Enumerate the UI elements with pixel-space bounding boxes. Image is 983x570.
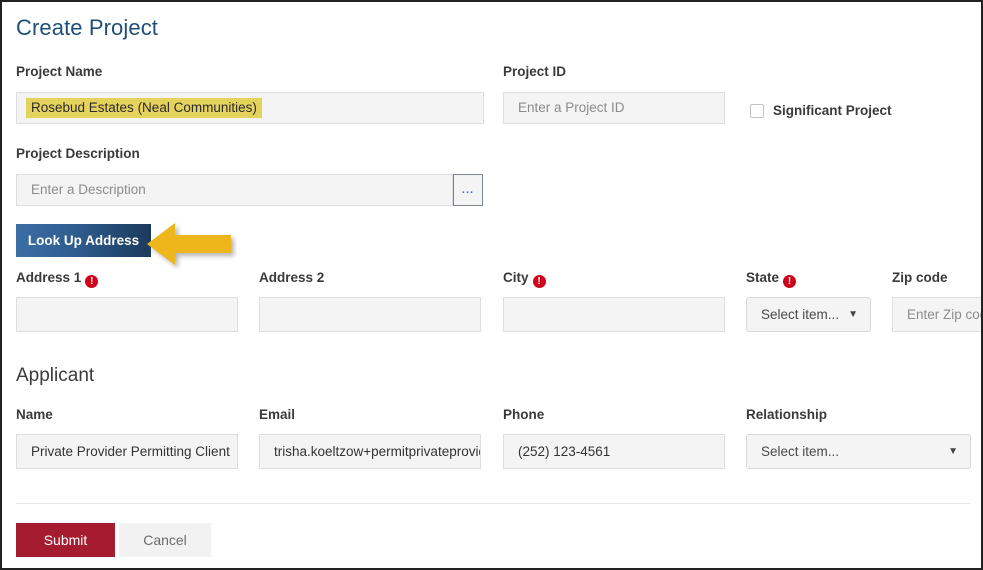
applicant-relationship-select[interactable]: Select item... ▼	[746, 434, 971, 469]
address1-input[interactable]	[16, 297, 238, 332]
address2-label-text: Address 2	[259, 270, 325, 285]
applicant-email-label-text: Email	[259, 407, 296, 422]
project-description-label: Project Description	[16, 146, 140, 161]
state-label: State!	[746, 270, 797, 288]
city-label: City!	[503, 270, 546, 288]
zip-label-text: Zip code	[892, 270, 948, 285]
ellipsis-icon: ...	[461, 184, 475, 196]
address1-label-text: Address 1	[16, 270, 82, 285]
city-input[interactable]	[503, 297, 725, 332]
applicant-name-input[interactable]: Private Provider Permitting Client	[16, 434, 238, 469]
applicant-phone-label-text: Phone	[503, 407, 545, 422]
form-page: Create Project Project Name Rosebud Esta…	[2, 2, 981, 568]
chevron-down-icon: ▼	[948, 446, 958, 457]
applicant-relationship-value: Select item...	[761, 444, 840, 459]
city-label-text: City	[503, 270, 529, 285]
applicant-email-input[interactable]: trisha.koeltzow+permitprivateprovider@gm…	[259, 434, 481, 469]
project-id-label: Project ID	[503, 64, 566, 79]
create-project-window: Create Project Project Name Rosebud Esta…	[0, 0, 983, 570]
significant-project-checkbox[interactable]	[750, 103, 764, 118]
applicant-name-label-text: Name	[16, 407, 53, 422]
applicant-relationship-label: Relationship	[746, 407, 827, 422]
project-name-label-text: Project Name	[16, 64, 103, 79]
significant-project-checkbox-row[interactable]: Significant Project	[750, 103, 892, 118]
applicant-relationship-label-text: Relationship	[746, 407, 828, 422]
chevron-down-icon: ▼	[848, 309, 858, 320]
project-name-input[interactable]: Rosebud Estates (Neal Communities)	[16, 92, 484, 124]
project-description-input[interactable]: Enter a Description	[16, 174, 453, 206]
page-title: Create Project	[16, 15, 159, 40]
address1-label: Address 1!	[16, 270, 99, 288]
applicant-phone-input[interactable]: (252) 123-4561	[503, 434, 725, 469]
description-more-button[interactable]: ...	[453, 174, 483, 206]
address2-label: Address 2	[259, 270, 324, 285]
submit-button[interactable]: Submit	[16, 523, 115, 557]
project-description-label-text: Project Description	[16, 146, 140, 161]
project-name-value: Rosebud Estates (Neal Communities)	[26, 98, 262, 118]
project-name-label: Project Name	[16, 64, 102, 79]
state-select-value: Select item...	[761, 307, 840, 322]
project-id-input[interactable]: Enter a Project ID	[503, 92, 725, 124]
state-label-text: State	[746, 270, 780, 285]
zip-label: Zip code	[892, 270, 948, 285]
applicant-phone-label: Phone	[503, 407, 544, 422]
applicant-section-title: Applicant	[16, 365, 95, 386]
required-icon: !	[85, 275, 99, 288]
address2-input[interactable]	[259, 297, 481, 332]
state-select[interactable]: Select item... ▼	[746, 297, 871, 332]
project-id-label-text: Project ID	[503, 64, 567, 79]
zip-input[interactable]: Enter Zip code	[892, 297, 981, 332]
applicant-email-label: Email	[259, 407, 295, 422]
required-icon: !	[783, 275, 797, 288]
footer-divider	[16, 503, 971, 504]
annotation-arrow-left-icon	[145, 218, 237, 275]
cancel-button[interactable]: Cancel	[119, 523, 211, 557]
look-up-address-button[interactable]: Look Up Address	[16, 224, 151, 257]
required-icon: !	[532, 275, 546, 288]
significant-project-label: Significant Project	[773, 103, 892, 118]
applicant-name-label: Name	[16, 407, 53, 422]
